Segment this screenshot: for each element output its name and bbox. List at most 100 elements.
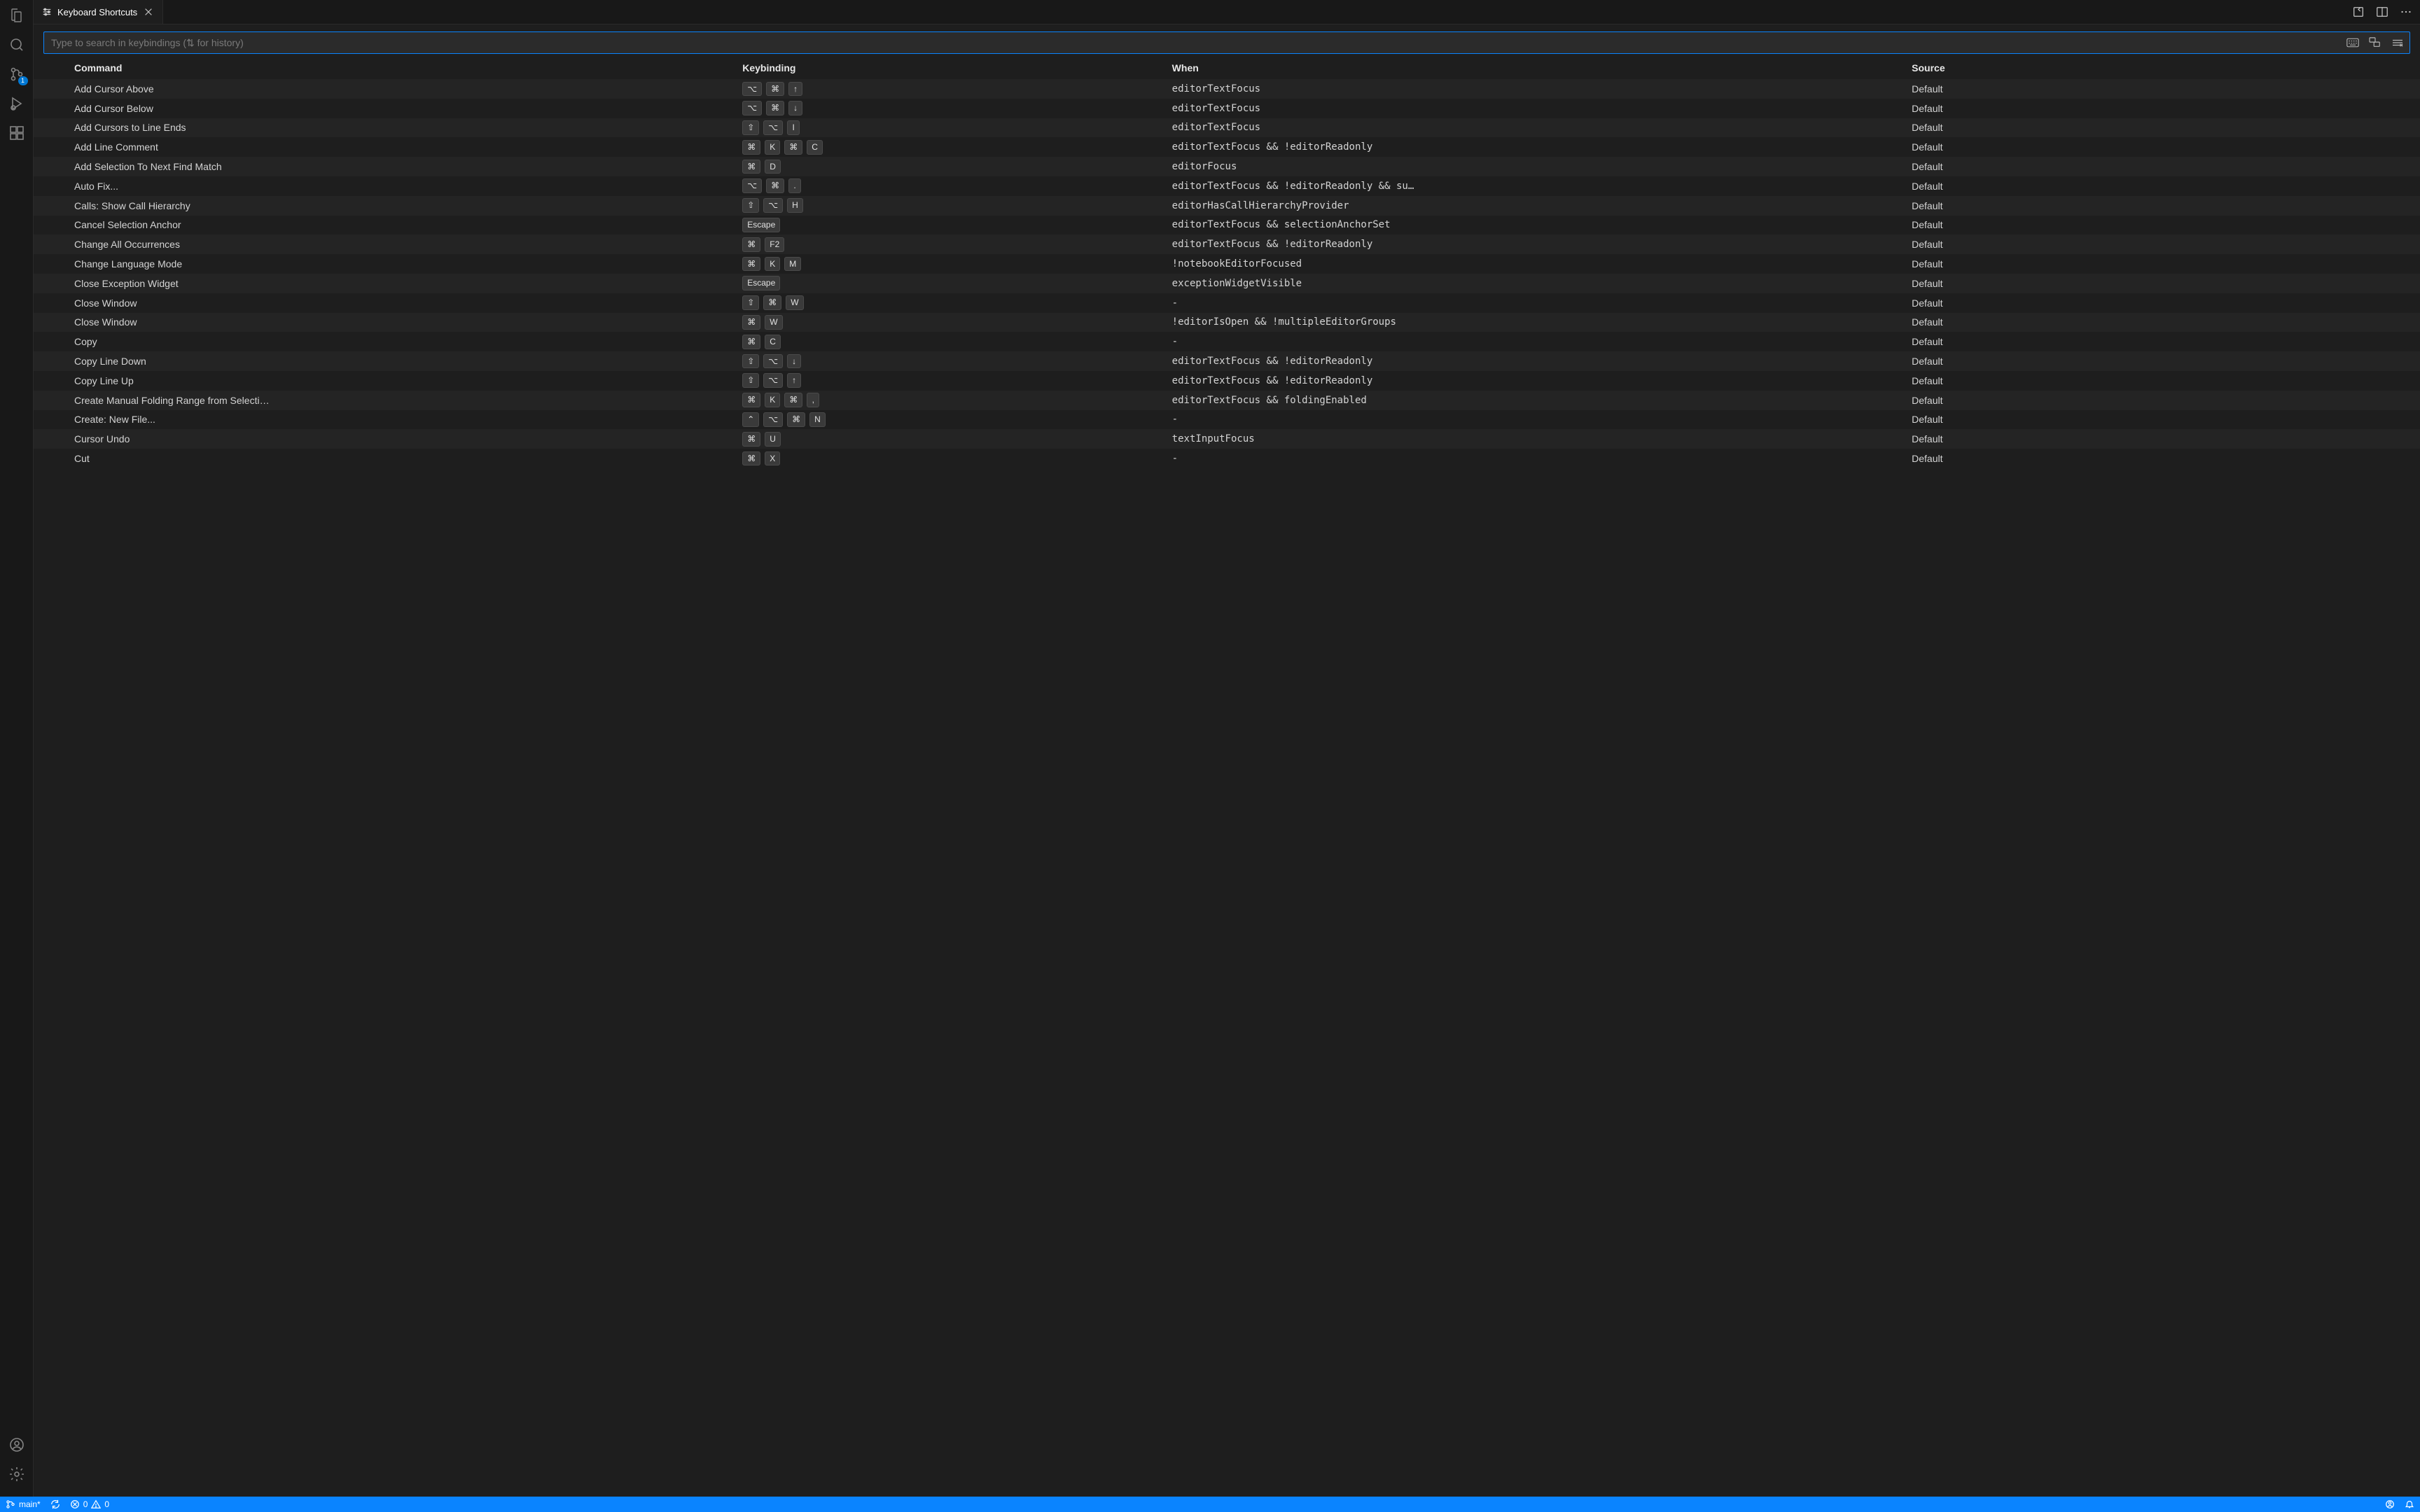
settings-gear-icon[interactable] [7,1464,27,1484]
table-row[interactable]: Add Selection To Next Find Match⌘Deditor… [34,157,2420,176]
command-cell: Add Cursor Below [67,99,735,118]
source-cell: Default [1905,99,2420,118]
command-cell: Create Manual Folding Range from Selecti… [67,391,735,410]
table-row[interactable]: Close Window⌘W!editorIsOpen && !multiple… [34,313,2420,332]
source-cell: Default [1905,391,2420,410]
tab-keyboard-shortcuts[interactable]: Keyboard Shortcuts [34,0,163,24]
key-cap: K [765,393,780,407]
when-cell: editorHasCallHierarchyProvider [1165,196,1905,216]
key-cap: ⇧ [742,373,759,388]
command-cell: Close Exception Widget [67,274,735,293]
when-cell: !notebookEditorFocused [1165,254,1905,274]
table-row[interactable]: Cut⌘X-Default [34,449,2420,468]
table-row[interactable]: Copy⌘C-Default [34,332,2420,351]
key-cap: ⌘ [742,257,760,272]
table-row[interactable]: Auto Fix...⌥⌘.editorTextFocus && !editor… [34,176,2420,196]
table-row[interactable]: Close Window⇧⌘W-Default [34,293,2420,313]
git-branch[interactable]: main* [6,1499,41,1509]
key-cap: N [809,412,826,427]
key-cap: ⌘ [766,82,784,97]
split-editor-icon[interactable] [2375,5,2389,19]
notifications-icon[interactable] [2405,1499,2414,1509]
table-row[interactable]: Cancel Selection AnchorEscapeeditorTextF… [34,216,2420,235]
header-command[interactable]: Command [67,57,735,79]
clear-search-icon[interactable] [2391,36,2404,49]
key-cap: ⌘ [766,178,784,193]
source-cell: Default [1905,313,2420,332]
source-cell: Default [1905,332,2420,351]
key-cap: . [788,178,801,193]
when-cell: - [1165,293,1905,313]
problems[interactable]: 0 0 [70,1499,109,1509]
source-cell: Default [1905,157,2420,176]
extensions-icon[interactable] [7,123,27,143]
run-debug-icon[interactable] [7,94,27,113]
command-cell: Create: New File... [67,410,735,430]
keybinding-cell: ⌘KM [735,254,1164,274]
table-row[interactable]: Change All Occurrences⌘F2editorTextFocus… [34,234,2420,254]
key-cap: U [765,432,781,447]
table-row[interactable]: Cursor Undo⌘UtextInputFocusDefault [34,429,2420,449]
sync-button[interactable] [50,1499,60,1509]
key-cap: ⌃ [742,412,759,427]
header-source[interactable]: Source [1905,57,2420,79]
command-cell: Add Selection To Next Find Match [67,157,735,176]
source-cell: Default [1905,351,2420,371]
tab-close-icon[interactable] [143,6,154,18]
table-row[interactable]: Add Cursor Below⌥⌘↓editorTextFocusDefaul… [34,99,2420,118]
source-cell: Default [1905,254,2420,274]
table-row[interactable]: Create Manual Folding Range from Selecti… [34,391,2420,410]
key-cap: M [784,257,801,272]
when-cell: editorTextFocus && !editorReadonly [1165,137,1905,157]
source-cell: Default [1905,371,2420,391]
feedback-icon[interactable] [2385,1499,2395,1509]
source-control-icon[interactable]: 1 [7,64,27,84]
source-cell: Default [1905,216,2420,235]
more-actions-icon[interactable] [2399,5,2413,19]
header-keybinding[interactable]: Keybinding [735,57,1164,79]
keybinding-search[interactable] [43,31,2410,54]
key-cap: X [765,451,780,466]
keybinding-cell: ⇧⌥↓ [735,351,1164,371]
key-cap: ⌘ [742,237,760,252]
key-cap: K [765,140,780,155]
when-cell: editorTextFocus [1165,118,1905,138]
key-cap: ⌘ [742,393,760,407]
header-when[interactable]: When [1165,57,1905,79]
key-cap: F2 [765,237,784,252]
key-cap: ↓ [788,101,802,115]
table-row[interactable]: Add Cursors to Line Ends⇧⌥IeditorTextFoc… [34,118,2420,138]
tab-title: Keyboard Shortcuts [57,7,137,18]
command-cell: Add Cursors to Line Ends [67,118,735,138]
accounts-icon[interactable] [7,1435,27,1455]
explorer-icon[interactable] [7,6,27,25]
key-cap: ⇧ [742,120,759,135]
source-cell: Default [1905,449,2420,468]
key-cap: ⇧ [742,295,759,310]
table-row[interactable]: Calls: Show Call Hierarchy⇧⌥HeditorHasCa… [34,196,2420,216]
key-cap: ⌘ [742,432,760,447]
search-icon[interactable] [7,35,27,55]
table-row[interactable]: Copy Line Up⇧⌥↑editorTextFocus && !edito… [34,371,2420,391]
key-cap: ⌘ [784,140,802,155]
table-row[interactable]: Copy Line Down⇧⌥↓editorTextFocus && !edi… [34,351,2420,371]
key-cap: ⌘ [742,140,760,155]
key-cap: ⌘ [742,451,760,466]
key-cap: ⌘ [766,101,784,115]
table-row[interactable]: Add Line Comment⌘K⌘CeditorTextFocus && !… [34,137,2420,157]
key-cap: ⌥ [763,373,783,388]
open-json-icon[interactable] [2351,5,2365,19]
scm-badge: 1 [18,76,28,85]
key-cap: ⇧ [742,198,759,213]
sort-by-precedence-icon[interactable] [2369,36,2381,49]
keybinding-cell: ⌃⌥⌘N [735,410,1164,430]
table-row[interactable]: Add Cursor Above⌥⌘↑editorTextFocusDefaul… [34,79,2420,99]
table-row[interactable]: Create: New File...⌃⌥⌘N-Default [34,410,2420,430]
record-keys-icon[interactable] [2346,36,2359,49]
table-row[interactable]: Change Language Mode⌘KM!notebookEditorFo… [34,254,2420,274]
table-row[interactable]: Close Exception WidgetEscapeexceptionWid… [34,274,2420,293]
keybinding-cell: ⌘D [735,157,1164,176]
tab-bar: Keyboard Shortcuts [34,0,2420,24]
keybinding-cell: ⌘ F2 [735,234,1164,254]
keybinding-search-input[interactable] [50,35,2341,50]
